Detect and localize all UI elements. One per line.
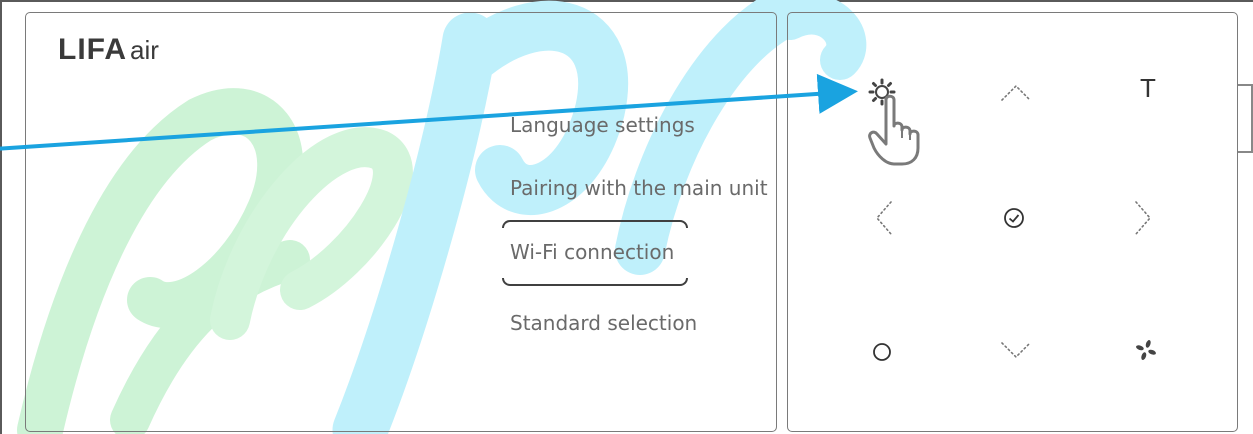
pointer-arrow xyxy=(0,73,858,151)
